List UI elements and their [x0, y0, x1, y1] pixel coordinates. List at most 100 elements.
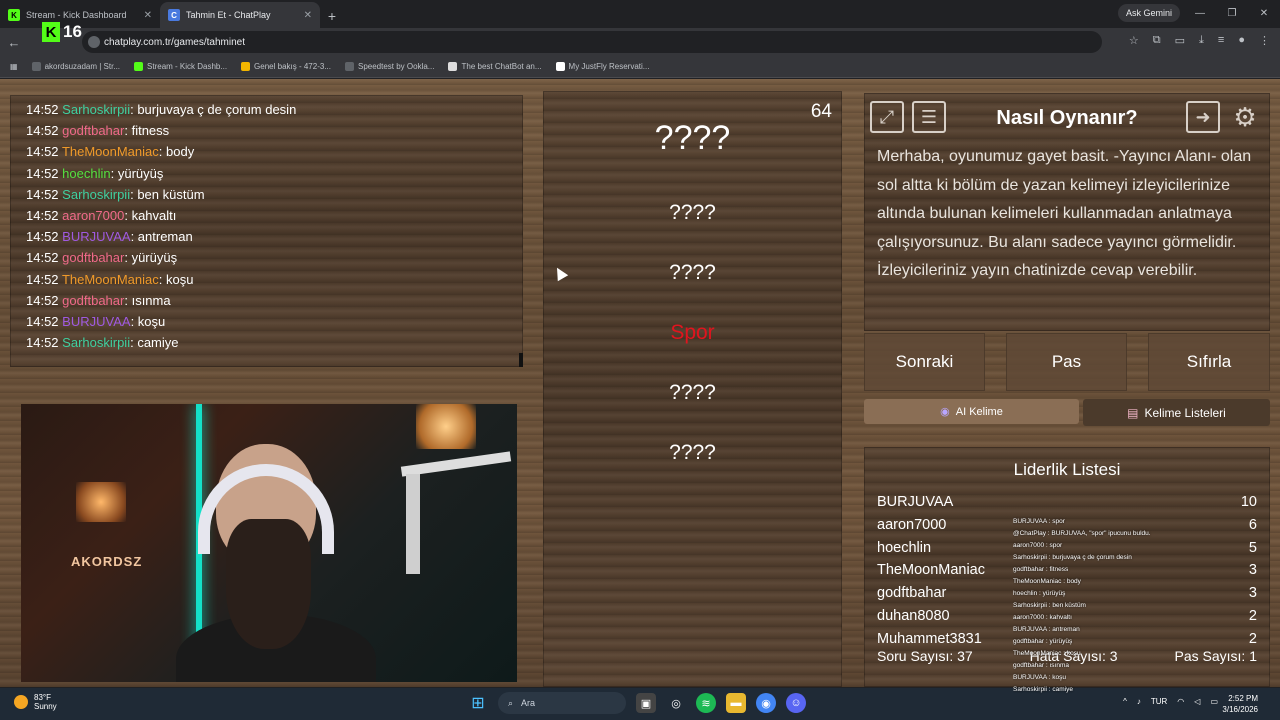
stream-chat-overlay: BURJUVAA : spor @ChatPlay : BURJUVAA, "sp… — [1013, 516, 1163, 701]
overlay-chat-line: godftbahar : ısınma — [1013, 662, 1070, 669]
overlay-chat-line: BURJUVAA : antreman — [1013, 626, 1080, 633]
chat-scrollbar[interactable] — [519, 353, 523, 367]
kick-overlay-badge: K 16 — [42, 22, 82, 42]
chat-message: 14:52 BURJUVAA: antreman — [26, 229, 193, 245]
word-board: 64 ???????????? Spor???????? — [543, 91, 842, 687]
obs-icon[interactable]: ◎ — [666, 693, 686, 713]
bookmark-icon — [555, 62, 565, 71]
search-icon: ⌕ — [508, 697, 514, 708]
close-icon[interactable]: ✕ — [304, 10, 312, 21]
word-slot: Spor — [670, 321, 715, 344]
overlay-chat-line: godftbahar : yürüyüş — [1013, 638, 1073, 645]
exit-icon[interactable]: ➜ — [1186, 101, 1220, 133]
headphones — [198, 464, 334, 554]
chat-username[interactable]: BURJUVAA — [62, 229, 130, 244]
volume-icon[interactable]: ◁ — [1194, 697, 1200, 706]
chat-username[interactable]: BURJUVAA — [62, 314, 130, 329]
chat-username[interactable]: TheMoonManiac — [62, 144, 159, 159]
player-score: 2 — [1248, 608, 1257, 624]
download-icon[interactable]: ⤓ — [1199, 34, 1204, 47]
chat-text: yürüyüş — [117, 165, 164, 181]
discord-icon[interactable]: ☺ — [786, 693, 806, 713]
wifi-icon[interactable]: ◠ — [1177, 697, 1184, 706]
bookmark-item[interactable]: Speedtest by Ookla... — [344, 62, 434, 71]
word-slot: ???? — [669, 261, 716, 284]
url-text: chatplay.com.tr/games/tahminet — [104, 36, 245, 48]
chat-username[interactable]: Sarhoskirpii — [62, 335, 130, 350]
back-icon[interactable]: ← — [0, 35, 28, 50]
chat-message: 14:52 TheMoonManiac: body — [26, 144, 195, 160]
player-name: hoechlin — [877, 539, 932, 556]
chat-text: ısınma — [131, 292, 171, 308]
extensions-icon[interactable]: ⧉ — [1153, 34, 1161, 47]
gear-icon[interactable]: ⚙ — [1228, 101, 1262, 133]
tab-bar: K Stream - Kick Dashboard ✕ C Tahmin Et … — [0, 0, 1280, 28]
ask-gemini-button[interactable]: Ask Gemini — [1117, 4, 1180, 22]
chat-message: 14:52 godftbahar: ısınma — [26, 292, 171, 308]
chat-username[interactable]: Sarhoskirpii — [62, 102, 130, 117]
tab-chatplay[interactable]: C Tahmin Et - ChatPlay ✕ — [160, 2, 320, 28]
ai-word-button[interactable]: ◉ AI Kelime — [864, 399, 1079, 424]
restore-icon[interactable]: ❐ — [1216, 0, 1248, 28]
chrome-icon[interactable]: ◉ — [756, 693, 776, 713]
chat-message: 14:52 TheMoonManiac: koşu — [26, 271, 194, 287]
how-to-play-panel: ⤢ ☰ Nasıl Oynanır? ➜ ⚙ Merhaba, oyunumuz… — [864, 93, 1270, 331]
media-icon[interactable]: ≡ — [1218, 34, 1224, 47]
task-view-icon[interactable]: ▣ — [636, 693, 656, 713]
battery-icon[interactable]: ▭ — [1210, 697, 1218, 706]
webcam-feed: AKORDSZ — [21, 404, 517, 682]
chat-text: kahvaltı — [131, 207, 177, 223]
bookmark-item[interactable]: The best ChatBot an... — [448, 62, 542, 71]
weather-widget[interactable]: 83°F Sunny — [14, 693, 57, 711]
chat-username[interactable]: TheMoonManiac — [62, 272, 159, 287]
chat-time: 14:52 — [26, 165, 59, 181]
chat-username[interactable]: godftbahar — [62, 250, 124, 265]
address-bar[interactable]: chatplay.com.tr/games/tahminet — [82, 31, 1102, 53]
next-button[interactable]: Sonraki — [864, 333, 985, 391]
chat-username[interactable]: godftbahar — [62, 123, 124, 138]
profile-icon[interactable]: ● — [1238, 34, 1245, 47]
chat-time: 14:52 — [26, 207, 59, 223]
overlay-chat-line: Sarhoskirpii : camiye — [1013, 686, 1073, 693]
bookmark-item[interactable]: My JustFly Reservati... — [555, 62, 649, 71]
spotify-icon[interactable]: ≋ — [696, 693, 716, 713]
windows-start-icon[interactable]: ⊞ — [468, 693, 488, 713]
word-slot: ???? — [654, 119, 731, 157]
file-explorer-icon[interactable]: ▬ — [726, 693, 746, 713]
pass-button[interactable]: Pas — [1006, 333, 1127, 391]
chat-time: 14:52 — [26, 229, 59, 245]
overlay-chat-line: @ChatPlay : BURJUVAA, "spor" ipucunu bul… — [1013, 530, 1151, 537]
player-score: 2 — [1248, 630, 1257, 644]
site-info-icon[interactable] — [88, 36, 100, 48]
bookmark-item[interactable]: Genel bakış - 472-3... — [241, 62, 331, 71]
word-slot: ???? — [669, 381, 716, 404]
cast-icon[interactable]: ▭ — [1175, 34, 1185, 47]
star-icon[interactable]: ☆ — [1129, 34, 1139, 47]
chat-username[interactable]: godftbahar — [62, 293, 124, 308]
question-count: Soru Sayısı: 37 — [877, 648, 973, 664]
how-to-text: Merhaba, oyunumuz gayet basit. -Yayıncı … — [877, 148, 1252, 279]
overlay-chat-line: TheMoonManiac : body — [1013, 578, 1081, 585]
clock[interactable]: 2:52 PM 3/16/2026 — [1222, 693, 1258, 715]
word-lists-button[interactable]: ▤ Kelime Listeleri — [1083, 399, 1270, 426]
bookmark-item[interactable]: Stream - Kick Dashb... — [134, 62, 227, 71]
bookmark-item[interactable]: akordsuzadam | Str... — [31, 62, 120, 71]
minimize-icon[interactable]: — — [1184, 0, 1216, 28]
menu-icon[interactable]: ⋮ — [1259, 34, 1270, 47]
chat-username[interactable]: aaron7000 — [62, 208, 124, 223]
taskbar-search[interactable]: ⌕ Ara — [498, 692, 626, 714]
chat-text: antreman — [137, 229, 193, 245]
overlay-chat-line: godftbahar : fitness — [1013, 566, 1069, 573]
apps-icon[interactable]: ▦ — [10, 62, 18, 71]
bookmark-icon — [241, 62, 251, 71]
chat-username[interactable]: hoechlin — [62, 166, 110, 181]
chat-username[interactable]: Sarhoskirpii — [62, 187, 130, 202]
close-window-icon[interactable]: ✕ — [1248, 0, 1280, 28]
chat-message: 14:52 BURJUVAA: koşu — [26, 313, 166, 329]
reset-button[interactable]: Sıfırla — [1148, 333, 1270, 391]
overlay-chat-line: Sarhoskirpii : ben küstüm — [1013, 602, 1086, 609]
new-tab-button[interactable]: + — [320, 4, 344, 28]
close-icon[interactable]: ✕ — [144, 10, 152, 21]
player-name: godftbahar — [877, 585, 947, 602]
chat-message: 14:52 Sarhoskirpii: camiye — [26, 335, 179, 351]
